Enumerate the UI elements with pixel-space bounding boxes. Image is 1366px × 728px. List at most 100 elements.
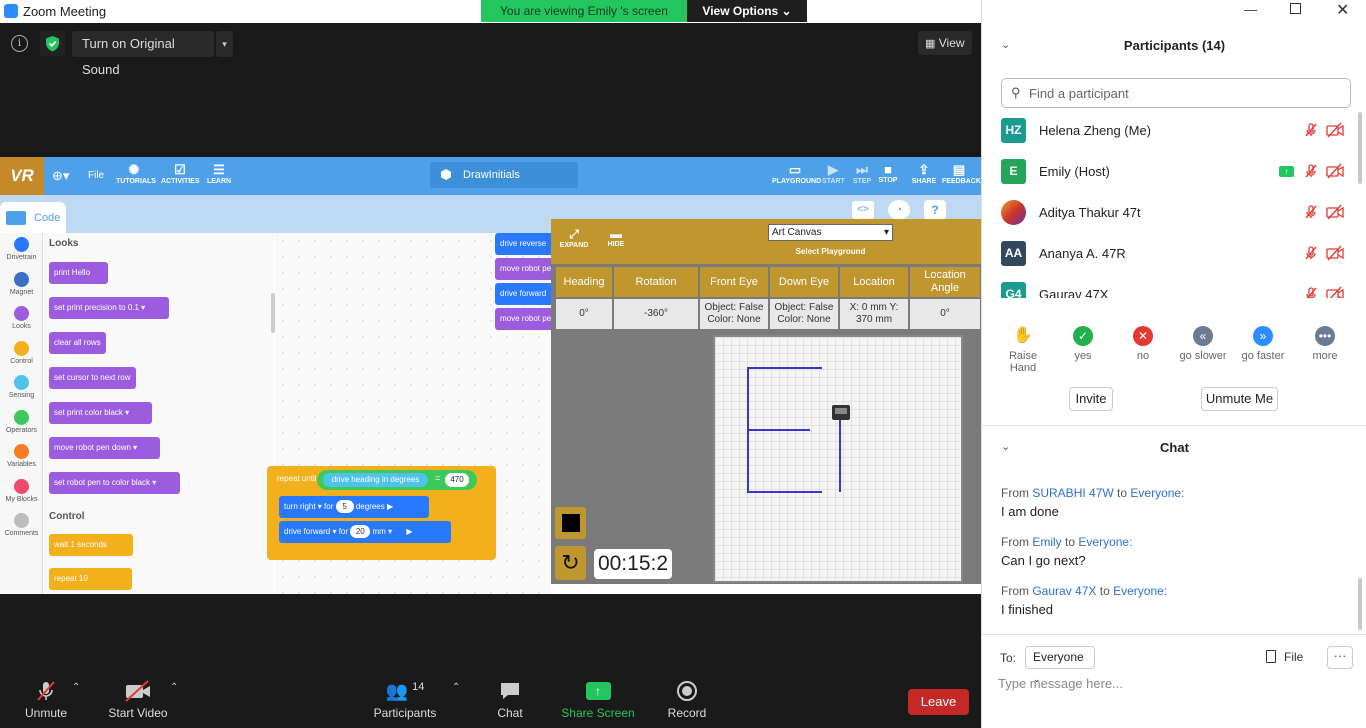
category-sensing[interactable]: Sensing: [0, 375, 43, 399]
reaction-go-slower[interactable]: « go slower: [1178, 326, 1228, 362]
code-tab[interactable]: Code: [0, 202, 66, 234]
invite-button[interactable]: Invite: [1069, 387, 1113, 411]
chat-recipient[interactable]: Everyone:: [1078, 535, 1132, 549]
leave-button[interactable]: Leave: [908, 689, 969, 715]
ws-repeat-until-block[interactable]: repeat until drive heading in degrees = …: [267, 466, 496, 560]
hide-button[interactable]: ▬ HIDE: [603, 227, 629, 248]
security-shield-icon[interactable]: [40, 31, 65, 56]
chat-sender[interactable]: Gaurav 47X: [1032, 584, 1096, 598]
block-set-cursor[interactable]: set cursor to next row: [49, 367, 136, 389]
video-off-icon[interactable]: [1326, 245, 1344, 264]
record-button[interactable]: Record: [664, 678, 710, 720]
video-off-icon[interactable]: [1326, 204, 1344, 223]
participant-row[interactable]: HZ Helena Zheng (Me): [982, 118, 1354, 144]
project-name[interactable]: DrawInitials: [430, 162, 578, 188]
unmute-button[interactable]: Unmute: [20, 678, 72, 720]
chat-sender[interactable]: Emily: [1032, 535, 1061, 549]
category-operators[interactable]: Operators: [0, 409, 43, 434]
share-screen-button[interactable]: ↑ Share Screen: [560, 678, 636, 720]
block-set-print-precision[interactable]: set print precision to 0.1 ▾: [49, 297, 169, 319]
drive-block[interactable]: drive forward ▾ for 20 mm ▾ ▶: [279, 521, 451, 543]
view-button[interactable]: ▦ View: [918, 31, 972, 55]
category-my-blocks[interactable]: My Blocks: [0, 478, 43, 503]
start-video-button[interactable]: Start Video: [103, 678, 173, 720]
participant-row[interactable]: E Emily (Host) ↑: [982, 159, 1354, 185]
stop-button[interactable]: ■ STOP: [877, 162, 899, 184]
chat-sender[interactable]: SURABHI 47W: [1032, 486, 1113, 500]
muted-mic-icon[interactable]: [1303, 245, 1319, 264]
category-looks[interactable]: Looks: [0, 306, 43, 330]
feedback-button[interactable]: ▤ FEEDBACK: [942, 162, 981, 185]
expand-button[interactable]: ⤢ EXPAND: [559, 227, 589, 249]
video-off-icon[interactable]: [1326, 163, 1344, 182]
code-workspace[interactable]: drive reverse move robot pen drive forwa…: [267, 233, 565, 594]
help-icon[interactable]: ?: [924, 200, 946, 220]
block-move-robot-pen[interactable]: move robot pen down ▾: [49, 437, 160, 459]
step-button[interactable]: ⏭ STEP: [851, 162, 873, 185]
block-repeat[interactable]: repeat 10: [49, 568, 132, 590]
video-options-caret[interactable]: ⌃: [170, 682, 178, 693]
globe-icon[interactable]: ⊕▾: [52, 168, 69, 184]
participants-options-caret[interactable]: ⌃: [452, 682, 460, 693]
reaction-go-faster[interactable]: » go faster: [1238, 326, 1288, 362]
original-sound-button[interactable]: Turn on Original Sound: [72, 31, 214, 77]
playground-select[interactable]: Art Canvas ▾: [768, 224, 893, 241]
reaction-raise-hand[interactable]: ✋ Raise Hand: [998, 326, 1048, 374]
reset-button[interactable]: ↻: [555, 546, 586, 580]
drive-value[interactable]: 20: [350, 525, 371, 538]
muted-mic-icon[interactable]: [1303, 286, 1319, 298]
muted-mic-icon[interactable]: [1303, 163, 1319, 182]
category-magnet[interactable]: Magnet: [0, 271, 43, 296]
participants-button[interactable]: 👥 14 Participants: [370, 678, 440, 721]
playground-button[interactable]: ▭ PLAYGROUND: [772, 162, 821, 185]
file-button[interactable]: File: [1266, 650, 1303, 664]
condition-block[interactable]: drive heading in degrees = 470: [317, 470, 477, 490]
turn-block[interactable]: turn right ▾ for 5 degrees ▶: [279, 496, 429, 518]
category-variables[interactable]: Variables: [0, 444, 43, 468]
close-window-button[interactable]: ✕: [1336, 0, 1349, 20]
participants-scrollbar[interactable]: [1358, 112, 1362, 184]
learn-button[interactable]: ☰ LEARN: [205, 162, 233, 185]
block-wait[interactable]: wait 1 seconds: [49, 534, 133, 556]
chat-scrollbar[interactable]: [1358, 578, 1362, 630]
chat-message-input[interactable]: Type message here...: [998, 676, 1353, 698]
info-icon[interactable]: i: [11, 35, 28, 52]
chat-recipient[interactable]: Everyone:: [1113, 584, 1167, 598]
block-set-robot-pen-color[interactable]: set robot pen to color black ▾: [49, 472, 180, 494]
turn-value[interactable]: 5: [335, 500, 354, 513]
category-drivetrain[interactable]: Drivetrain: [0, 237, 43, 261]
minimize-window-button[interactable]: —: [1244, 2, 1257, 17]
muted-mic-icon[interactable]: [1303, 204, 1319, 223]
block-set-print-color[interactable]: set print color black ▾: [49, 402, 152, 424]
view-options-button[interactable]: View Options ⌄: [687, 0, 807, 22]
code-view-icon[interactable]: <>: [852, 201, 874, 219]
recipient-dropdown[interactable]: Everyone ⌄: [1025, 646, 1095, 684]
category-comments[interactable]: Comments: [0, 513, 43, 537]
share-button[interactable]: ⇪ SHARE: [911, 162, 937, 185]
original-sound-dropdown[interactable]: ▾: [216, 31, 233, 57]
participant-row[interactable]: Aditya Thakur 47t: [982, 200, 1354, 226]
reaction-no[interactable]: ✕ no: [1118, 326, 1168, 362]
activities-button[interactable]: ☑ ACTIVITIES: [161, 162, 200, 185]
video-off-icon[interactable]: [1326, 122, 1344, 141]
shared-screen[interactable]: VR ⊕▾ File ✺ TUTORIALS ☑ ACTIVITIES ☰ LEARN…: [0, 157, 981, 594]
chat-more-button[interactable]: ···: [1327, 646, 1353, 669]
participant-row[interactable]: AA Ananya A. 47R: [982, 241, 1354, 267]
block-print[interactable]: print Hello: [49, 262, 108, 284]
tutorials-button[interactable]: ✺ TUTORIALS: [116, 162, 156, 185]
reaction-yes[interactable]: ✓ yes: [1058, 326, 1108, 362]
muted-mic-icon[interactable]: [1303, 122, 1319, 141]
unmute-me-button[interactable]: Unmute Me: [1201, 387, 1278, 411]
condition-value[interactable]: 470: [445, 473, 469, 487]
block-clear-all-rows[interactable]: clear all rows: [49, 332, 106, 354]
start-button[interactable]: ▶ START: [822, 162, 845, 185]
file-menu[interactable]: File: [88, 170, 104, 181]
category-control[interactable]: Control: [0, 340, 43, 365]
chat-button[interactable]: Chat: [490, 678, 530, 720]
dashboard-icon[interactable]: ◔: [888, 200, 910, 220]
restore-window-button[interactable]: [1290, 3, 1301, 14]
stop-square-button[interactable]: [555, 507, 586, 539]
find-participant-input[interactable]: ⚲ Find a participant: [1001, 78, 1351, 108]
video-off-icon[interactable]: [1326, 286, 1344, 298]
chat-recipient[interactable]: Everyone:: [1130, 486, 1184, 500]
